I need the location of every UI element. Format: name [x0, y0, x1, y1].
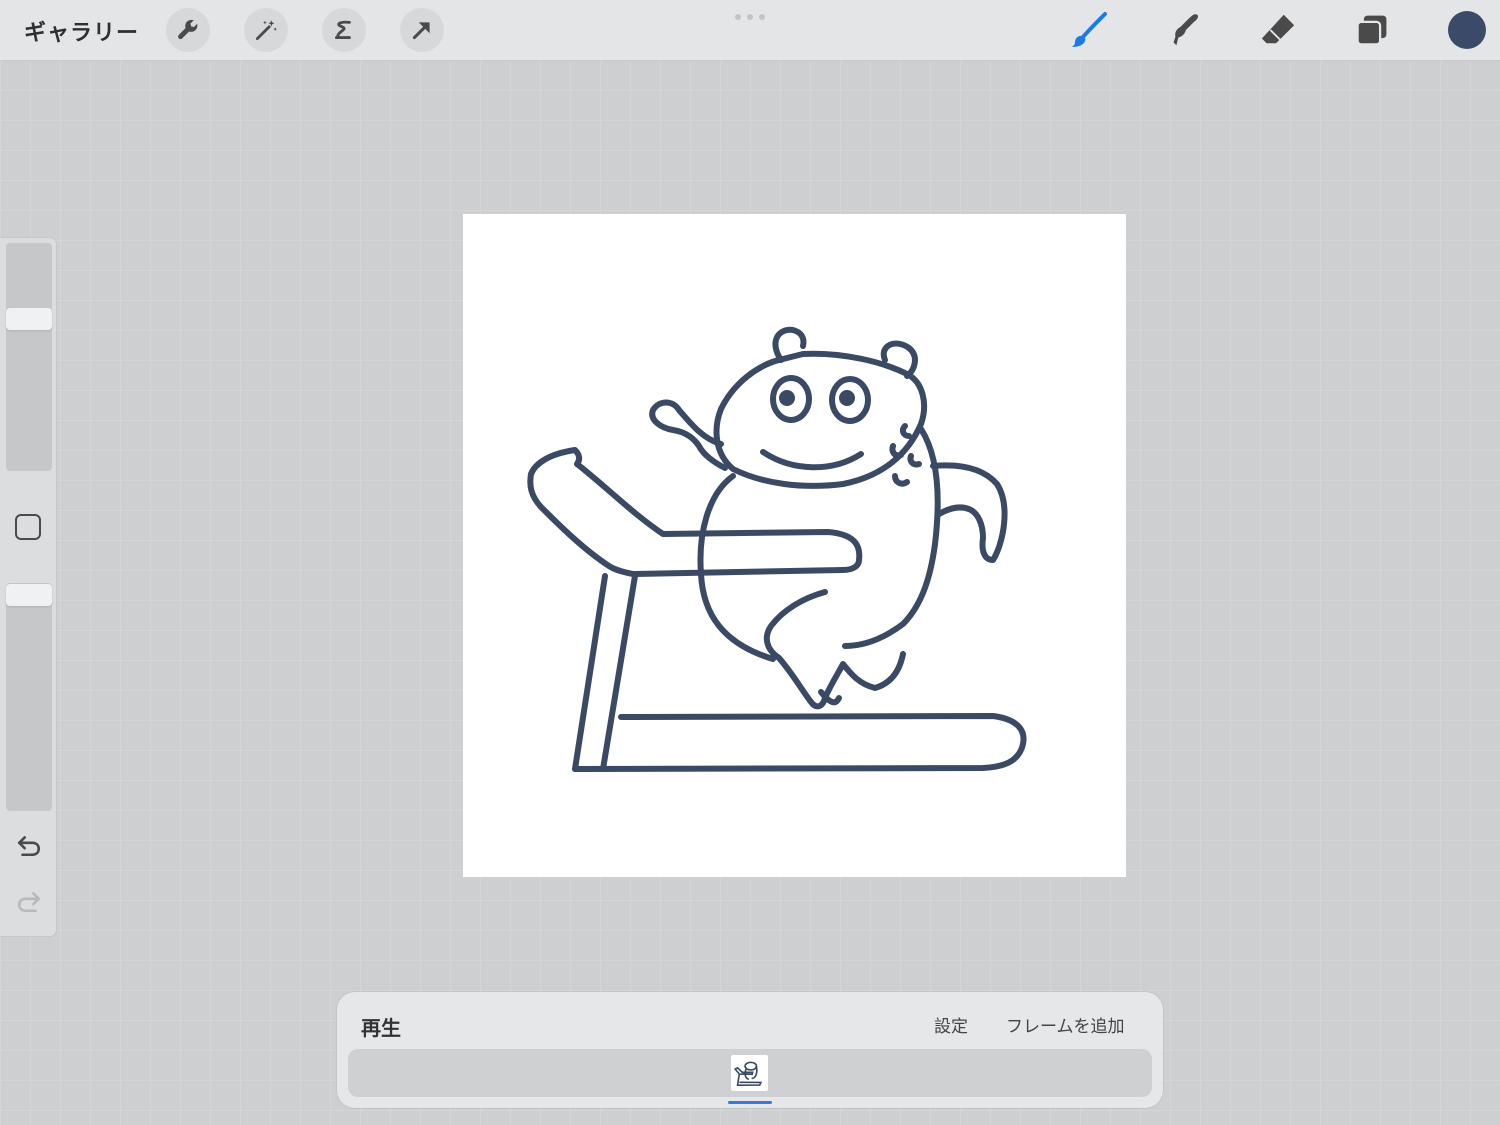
- actions-button[interactable]: [166, 8, 210, 52]
- settings-button[interactable]: 設定: [934, 1012, 968, 1037]
- gallery-button[interactable]: ギャラリー: [24, 15, 139, 47]
- drag-handle-dot: [747, 14, 753, 20]
- animation-assist-panel: 再生 設定 フレームを追加: [337, 992, 1163, 1108]
- drawing-canvas[interactable]: [463, 214, 1126, 877]
- drag-handle-dot: [735, 14, 741, 20]
- drag-handle-dot: [759, 14, 765, 20]
- opacity-slider[interactable]: [6, 583, 52, 811]
- smudge-icon: [1173, 14, 1199, 46]
- redo-button[interactable]: [14, 886, 44, 916]
- add-frame-button[interactable]: フレームを追加: [1006, 1012, 1125, 1037]
- layers-button[interactable]: [1352, 10, 1392, 50]
- top-toolbar: ギャラリー: [0, 0, 1500, 61]
- magic-wand-icon: [255, 20, 278, 41]
- adjustments-button[interactable]: [244, 8, 288, 52]
- smudge-button[interactable]: [1164, 10, 1204, 50]
- undo-icon: [17, 836, 41, 857]
- current-frame-indicator: [728, 1101, 772, 1104]
- eraser-icon: [1261, 14, 1295, 44]
- modify-button[interactable]: [15, 514, 41, 540]
- frame-thumbnail[interactable]: [731, 1055, 768, 1091]
- undo-button[interactable]: [14, 830, 44, 860]
- play-button[interactable]: 再生: [361, 1012, 401, 1041]
- brush-size-slider[interactable]: [6, 243, 52, 471]
- transform-arrow-icon: [412, 22, 430, 40]
- frame-timeline[interactable]: [348, 1049, 1152, 1097]
- drag-handle[interactable]: [735, 14, 765, 20]
- layers-icon: [1356, 15, 1387, 46]
- color-swatch[interactable]: [1448, 11, 1486, 49]
- left-sidebar: [0, 238, 56, 936]
- brush-icon: [1072, 12, 1107, 47]
- opacity-thumb[interactable]: [6, 584, 52, 606]
- transform-button[interactable]: [400, 8, 444, 52]
- wrench-icon: [178, 19, 198, 40]
- selection-button[interactable]: [322, 8, 366, 52]
- redo-icon: [17, 892, 41, 913]
- eraser-button[interactable]: [1258, 10, 1298, 50]
- selection-icon: [335, 20, 351, 39]
- brush-size-thumb[interactable]: [6, 308, 52, 330]
- frame-thumbnail-image: [733, 1061, 763, 1086]
- bear-treadmill-drawing: [527, 326, 1027, 772]
- brush-button[interactable]: [1069, 10, 1109, 50]
